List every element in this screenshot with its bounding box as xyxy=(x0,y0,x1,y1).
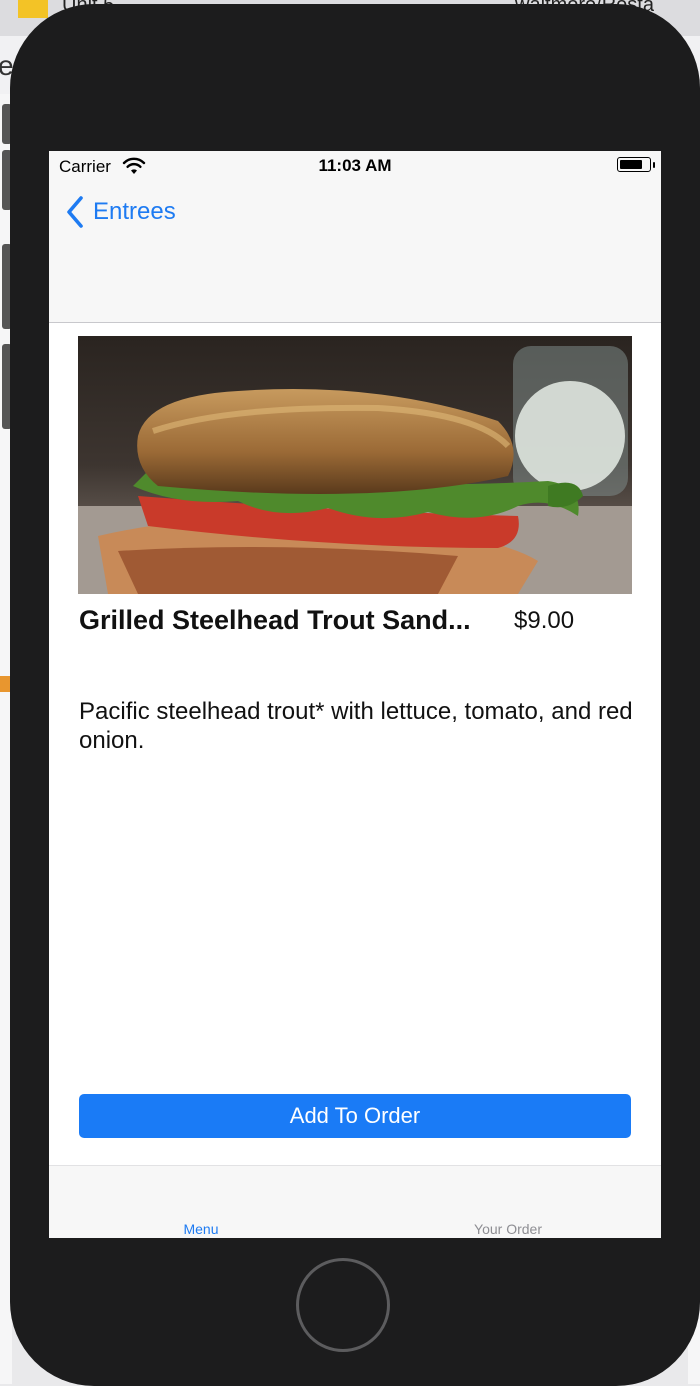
home-button[interactable] xyxy=(296,1258,390,1352)
sandwich-photo xyxy=(78,336,632,594)
status-time: 11:03 AM xyxy=(318,156,392,175)
tab-bar: Menu Your Order xyxy=(49,1165,661,1238)
add-to-order-button[interactable]: Add To Order xyxy=(79,1094,631,1138)
back-button[interactable]: Entrees xyxy=(65,195,176,229)
background-tab-favicon xyxy=(18,0,48,18)
battery-fill xyxy=(620,160,642,169)
sandwich-image xyxy=(78,336,632,594)
back-button-label: Entrees xyxy=(93,198,176,225)
tab-your-order[interactable]: Your Order xyxy=(408,1221,608,1237)
battery-tip xyxy=(653,162,655,168)
item-price: $9.00 xyxy=(514,607,575,634)
chevron-left-icon xyxy=(67,196,83,228)
tab-menu[interactable]: Menu xyxy=(101,1221,301,1237)
status-bar: Carrier 11:03 AM xyxy=(49,151,661,181)
item-description: Pacific steelhead trout* with lettuce, t… xyxy=(79,698,633,754)
item-detail-view: Grilled Steelhead Trout Sand... $9.00 Pa… xyxy=(49,323,661,1165)
app-screen: Carrier 11:03 AM Entrees Grilled Steelhe… xyxy=(49,151,661,1238)
navigation-bar: Entrees xyxy=(49,181,661,323)
item-name: Grilled Steelhead Trout Sand... xyxy=(79,605,471,635)
battery-icon xyxy=(617,157,651,172)
